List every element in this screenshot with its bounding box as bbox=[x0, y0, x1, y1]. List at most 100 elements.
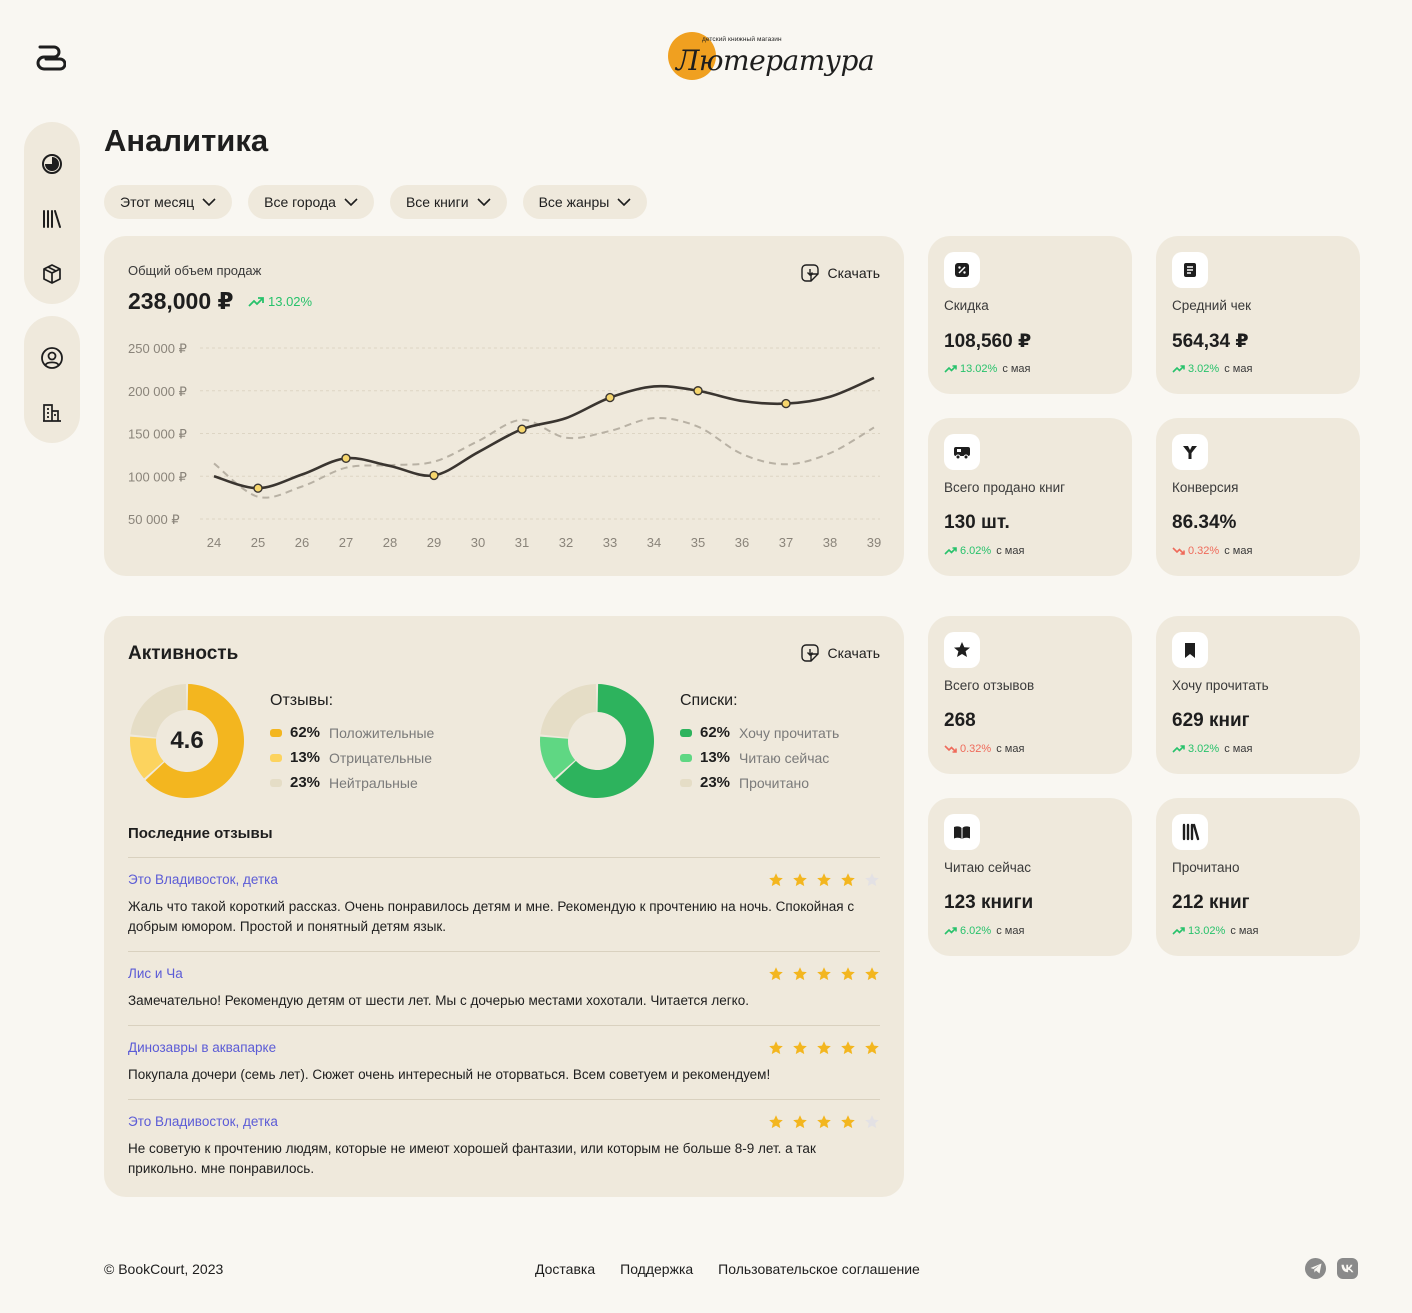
store-logo[interactable]: детский книжный магазин Лютература bbox=[666, 30, 875, 82]
stat-card: Читаю сейчас 123 книги 6.02% с мая bbox=[928, 798, 1132, 956]
sidebar-main-nav bbox=[24, 122, 80, 304]
profile-nav-icon[interactable] bbox=[34, 340, 70, 376]
legend-label: Прочитано bbox=[739, 774, 809, 791]
trend-up-icon bbox=[1172, 745, 1185, 753]
stat-icon-box bbox=[1172, 632, 1208, 668]
stat-value: 268 bbox=[944, 710, 976, 731]
latest-reviews-title: Последние отзывы bbox=[128, 825, 273, 842]
activity-download-label: Скачать bbox=[827, 645, 881, 661]
stat-icon-box bbox=[944, 632, 980, 668]
bookmark-icon bbox=[1185, 643, 1195, 658]
sidebar-account-nav bbox=[24, 316, 80, 443]
donut-slice[interactable] bbox=[540, 684, 597, 738]
star-icon bbox=[865, 1115, 879, 1129]
legend-label: Отрицательные bbox=[329, 749, 433, 766]
stat-trend-since: с мая bbox=[1224, 743, 1253, 755]
data-point-marker[interactable] bbox=[781, 398, 791, 409]
filter-city-label: Все города bbox=[264, 194, 336, 210]
stat-card: Всего отзывов 268 0.32% с мая bbox=[928, 616, 1132, 774]
footer-link-support[interactable]: Поддержка bbox=[620, 1261, 693, 1277]
stat-label: Хочу прочитать bbox=[1172, 678, 1269, 693]
social-links bbox=[1305, 1258, 1358, 1279]
filter-books[interactable]: Все книги bbox=[389, 185, 507, 219]
filter-city[interactable]: Все города bbox=[248, 185, 374, 219]
brand-logo-icon[interactable] bbox=[36, 42, 66, 72]
legend-percent: 62% bbox=[290, 724, 321, 741]
discount-icon bbox=[955, 263, 969, 277]
telegram-icon[interactable] bbox=[1305, 1258, 1326, 1279]
filter-period[interactable]: Этот месяц bbox=[104, 185, 233, 219]
stat-trend-value: 0.32% bbox=[960, 743, 992, 755]
vk-icon[interactable] bbox=[1337, 1258, 1358, 1279]
star-icon bbox=[841, 1041, 855, 1055]
stat-label: Читаю сейчас bbox=[944, 860, 1032, 875]
store-nav-icon[interactable] bbox=[34, 395, 70, 431]
stat-value: 629 книг bbox=[1172, 710, 1250, 731]
trend-down-icon bbox=[944, 745, 957, 753]
data-point-marker[interactable] bbox=[693, 386, 703, 396]
legend-label: Читаю сейчас bbox=[739, 749, 830, 766]
data-point-marker[interactable] bbox=[341, 453, 351, 463]
legend-percent: 13% bbox=[700, 749, 731, 766]
legend-swatch bbox=[270, 753, 282, 762]
star-icon bbox=[865, 967, 879, 981]
stat-trend: 6.02% с мая bbox=[944, 925, 1024, 937]
legend-label: Хочу прочитать bbox=[739, 724, 840, 741]
review-item: Это Владивосток, детка Жаль что такой кор… bbox=[128, 857, 880, 951]
filter-books-label: Все книги bbox=[405, 194, 469, 210]
activity-card: Активность Скачать 4.6 Отзывы: 62% Положи… bbox=[104, 616, 904, 1197]
legend-swatch bbox=[680, 778, 692, 787]
legend-item: 23% Нейтральные bbox=[270, 770, 434, 795]
data-point-marker[interactable] bbox=[429, 470, 439, 481]
x-tick-label: 26 bbox=[295, 535, 309, 550]
activity-title: Активность bbox=[128, 643, 239, 664]
x-tick-label: 38 bbox=[823, 535, 837, 550]
x-tick-label: 32 bbox=[559, 535, 573, 550]
data-point-marker[interactable] bbox=[605, 392, 615, 403]
data-point-marker[interactable] bbox=[253, 483, 263, 493]
review-text: Не советую к прочтению людям, которые не… bbox=[128, 1141, 816, 1176]
star-icon bbox=[865, 1041, 879, 1055]
stat-value: 564,34 ₽ bbox=[1172, 331, 1249, 352]
box-nav-icon[interactable] bbox=[34, 256, 70, 292]
stat-trend: 0.32% с мая bbox=[944, 743, 1024, 755]
data-point-marker[interactable] bbox=[517, 424, 527, 434]
star-icon bbox=[841, 1115, 855, 1129]
stat-value: 123 книги bbox=[944, 892, 1034, 913]
stat-label: Скидка bbox=[944, 298, 989, 313]
review-book-link[interactable]: Лис и Ча bbox=[128, 966, 183, 981]
star-icon bbox=[817, 1041, 831, 1055]
star-icon bbox=[954, 642, 970, 657]
legend-label: Положительные bbox=[329, 724, 435, 741]
trend-up-icon bbox=[944, 927, 957, 935]
stat-trend-value: 6.02% bbox=[960, 925, 992, 937]
x-tick-label: 30 bbox=[471, 535, 485, 550]
legend-percent: 23% bbox=[290, 774, 321, 791]
legend-percent: 62% bbox=[700, 724, 731, 741]
stat-trend-since: с мая bbox=[1002, 363, 1031, 375]
stat-icon-box bbox=[944, 252, 980, 288]
review-book-link[interactable]: Это Владивосток, детка bbox=[128, 1114, 278, 1129]
analytics-nav-icon[interactable] bbox=[34, 146, 70, 182]
stat-trend-value: 0.32% bbox=[1188, 545, 1220, 557]
review-book-link[interactable]: Динозавры в аквапарке bbox=[128, 1040, 276, 1055]
reviews-legend-title: Отзывы: bbox=[270, 692, 334, 709]
review-book-link[interactable]: Это Владивосток, детка bbox=[128, 872, 278, 887]
footer-link-agreement[interactable]: Пользовательское соглашение bbox=[718, 1261, 920, 1277]
trend-up-icon bbox=[1172, 365, 1185, 373]
stat-trend: 6.02% с мая bbox=[944, 545, 1024, 557]
library-nav-icon[interactable] bbox=[34, 201, 70, 237]
stat-trend: 3.02% с мая bbox=[1172, 743, 1252, 755]
stat-trend-since: с мая bbox=[1224, 363, 1253, 375]
stat-value: 86.34% bbox=[1172, 512, 1237, 533]
open-book-icon bbox=[954, 826, 970, 839]
filter-genre[interactable]: Все жанры bbox=[522, 185, 648, 219]
stat-trend-value: 6.02% bbox=[960, 545, 992, 557]
x-tick-label: 28 bbox=[383, 535, 397, 550]
footer-link-delivery[interactable]: Доставка bbox=[535, 1261, 595, 1277]
stat-trend-since: с мая bbox=[996, 545, 1025, 557]
sales-line-chart: 250 000 ₽ 200 000 ₽ 150 000 ₽ 100 000 ₽ 50 0… bbox=[128, 341, 881, 550]
store-logo-subtitle: детский книжный магазин bbox=[702, 36, 782, 43]
review-rating bbox=[768, 1114, 880, 1130]
activity-download-button[interactable]: Скачать bbox=[800, 643, 881, 663]
